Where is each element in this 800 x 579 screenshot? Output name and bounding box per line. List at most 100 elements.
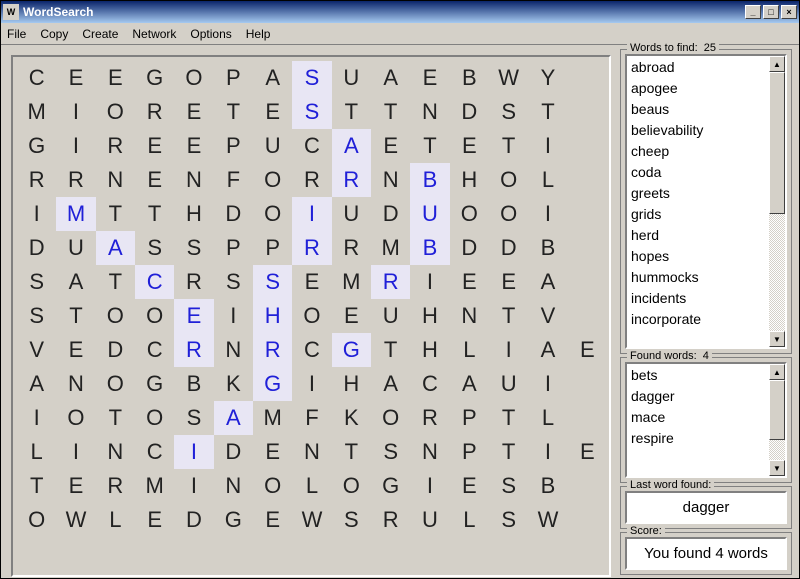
- grid-cell[interactable]: U: [253, 129, 292, 163]
- grid-cell[interactable]: T: [96, 401, 135, 435]
- scroll-up-button[interactable]: ▲: [769, 364, 785, 380]
- grid-cell[interactable]: A: [56, 265, 95, 299]
- grid-cell[interactable]: E: [371, 129, 410, 163]
- grid-cell[interactable]: O: [371, 401, 410, 435]
- grid-cell[interactable]: R: [96, 129, 135, 163]
- grid-cell[interactable]: D: [214, 435, 253, 469]
- menu-options[interactable]: Options: [190, 27, 231, 41]
- grid-cell[interactable]: E: [568, 333, 607, 367]
- grid-cell[interactable]: S: [292, 95, 331, 129]
- menu-help[interactable]: Help: [246, 27, 271, 41]
- grid-cell[interactable]: T: [214, 95, 253, 129]
- grid-cell[interactable]: S: [489, 469, 528, 503]
- grid-cell[interactable]: E: [410, 61, 449, 95]
- grid-cell[interactable]: I: [56, 95, 95, 129]
- grid-cell[interactable]: D: [450, 231, 489, 265]
- grid-cell[interactable]: T: [371, 333, 410, 367]
- grid-cell[interactable]: H: [174, 197, 213, 231]
- grid-cell[interactable]: T: [17, 469, 56, 503]
- grid-cell[interactable]: R: [332, 231, 371, 265]
- grid-cell[interactable]: R: [174, 265, 213, 299]
- grid-cell[interactable]: [568, 299, 607, 333]
- list-item[interactable]: cheep: [631, 141, 765, 162]
- grid-cell[interactable]: N: [371, 163, 410, 197]
- grid-cell[interactable]: C: [292, 333, 331, 367]
- grid-cell[interactable]: B: [450, 61, 489, 95]
- grid-cell[interactable]: S: [214, 265, 253, 299]
- grid-cell[interactable]: R: [174, 333, 213, 367]
- grid-cell[interactable]: S: [489, 503, 528, 537]
- grid-cell[interactable]: D: [96, 333, 135, 367]
- grid-cell[interactable]: E: [489, 265, 528, 299]
- grid-cell[interactable]: R: [371, 503, 410, 537]
- grid-cell[interactable]: [568, 163, 607, 197]
- grid-cell[interactable]: A: [528, 265, 567, 299]
- grid-cell[interactable]: O: [253, 163, 292, 197]
- grid-cell[interactable]: U: [489, 367, 528, 401]
- grid-cell[interactable]: L: [528, 163, 567, 197]
- grid-cell[interactable]: V: [17, 333, 56, 367]
- grid-cell[interactable]: E: [292, 265, 331, 299]
- grid-cell[interactable]: C: [17, 61, 56, 95]
- grid-cell[interactable]: I: [17, 197, 56, 231]
- grid-cell[interactable]: I: [528, 435, 567, 469]
- grid-cell[interactable]: I: [214, 299, 253, 333]
- grid-cell[interactable]: R: [292, 231, 331, 265]
- grid-cell[interactable]: E: [56, 333, 95, 367]
- grid-cell[interactable]: B: [528, 469, 567, 503]
- grid-cell[interactable]: N: [450, 299, 489, 333]
- grid-cell[interactable]: A: [450, 367, 489, 401]
- list-item[interactable]: believability: [631, 120, 765, 141]
- grid-cell[interactable]: I: [174, 435, 213, 469]
- grid-cell[interactable]: M: [17, 95, 56, 129]
- menu-copy[interactable]: Copy: [40, 27, 68, 41]
- grid-cell[interactable]: L: [96, 503, 135, 537]
- grid-cell[interactable]: N: [96, 435, 135, 469]
- grid-cell[interactable]: O: [135, 299, 174, 333]
- grid-cell[interactable]: N: [214, 333, 253, 367]
- grid-cell[interactable]: D: [214, 197, 253, 231]
- grid-cell[interactable]: [568, 367, 607, 401]
- list-item[interactable]: hummocks: [631, 267, 765, 288]
- grid-cell[interactable]: [568, 401, 607, 435]
- grid-cell[interactable]: S: [292, 61, 331, 95]
- list-item[interactable]: respire: [631, 428, 765, 449]
- menu-network[interactable]: Network: [132, 27, 176, 41]
- grid-cell[interactable]: N: [410, 435, 449, 469]
- grid-cell[interactable]: N: [174, 163, 213, 197]
- grid-cell[interactable]: R: [135, 95, 174, 129]
- grid-cell[interactable]: S: [17, 299, 56, 333]
- list-item[interactable]: apogee: [631, 78, 765, 99]
- grid-cell[interactable]: U: [371, 299, 410, 333]
- list-item[interactable]: dagger: [631, 386, 765, 407]
- scrollbar[interactable]: ▲ ▼: [769, 364, 785, 476]
- grid-cell[interactable]: R: [253, 333, 292, 367]
- grid-cell[interactable]: O: [450, 197, 489, 231]
- grid-cell[interactable]: E: [96, 61, 135, 95]
- grid-cell[interactable]: G: [135, 61, 174, 95]
- grid-cell[interactable]: Y: [528, 61, 567, 95]
- grid-cell[interactable]: H: [332, 367, 371, 401]
- grid-cell[interactable]: N: [96, 163, 135, 197]
- scroll-track[interactable]: [769, 380, 785, 460]
- grid-cell[interactable]: T: [332, 95, 371, 129]
- grid-cell[interactable]: G: [214, 503, 253, 537]
- grid-cell[interactable]: E: [174, 129, 213, 163]
- grid-cell[interactable]: I: [410, 265, 449, 299]
- grid-cell[interactable]: W: [56, 503, 95, 537]
- grid-cell[interactable]: E: [135, 503, 174, 537]
- scroll-up-button[interactable]: ▲: [769, 56, 785, 72]
- grid-cell[interactable]: T: [332, 435, 371, 469]
- grid-cell[interactable]: E: [253, 503, 292, 537]
- grid-cell[interactable]: L: [450, 333, 489, 367]
- grid-cell[interactable]: T: [410, 129, 449, 163]
- grid-cell[interactable]: I: [410, 469, 449, 503]
- grid-cell[interactable]: L: [292, 469, 331, 503]
- maximize-button[interactable]: □: [763, 5, 779, 19]
- grid-cell[interactable]: B: [410, 231, 449, 265]
- grid-cell[interactable]: U: [332, 197, 371, 231]
- scroll-thumb[interactable]: [769, 72, 785, 214]
- grid-cell[interactable]: G: [332, 333, 371, 367]
- grid-cell[interactable]: A: [528, 333, 567, 367]
- grid-cell[interactable]: D: [174, 503, 213, 537]
